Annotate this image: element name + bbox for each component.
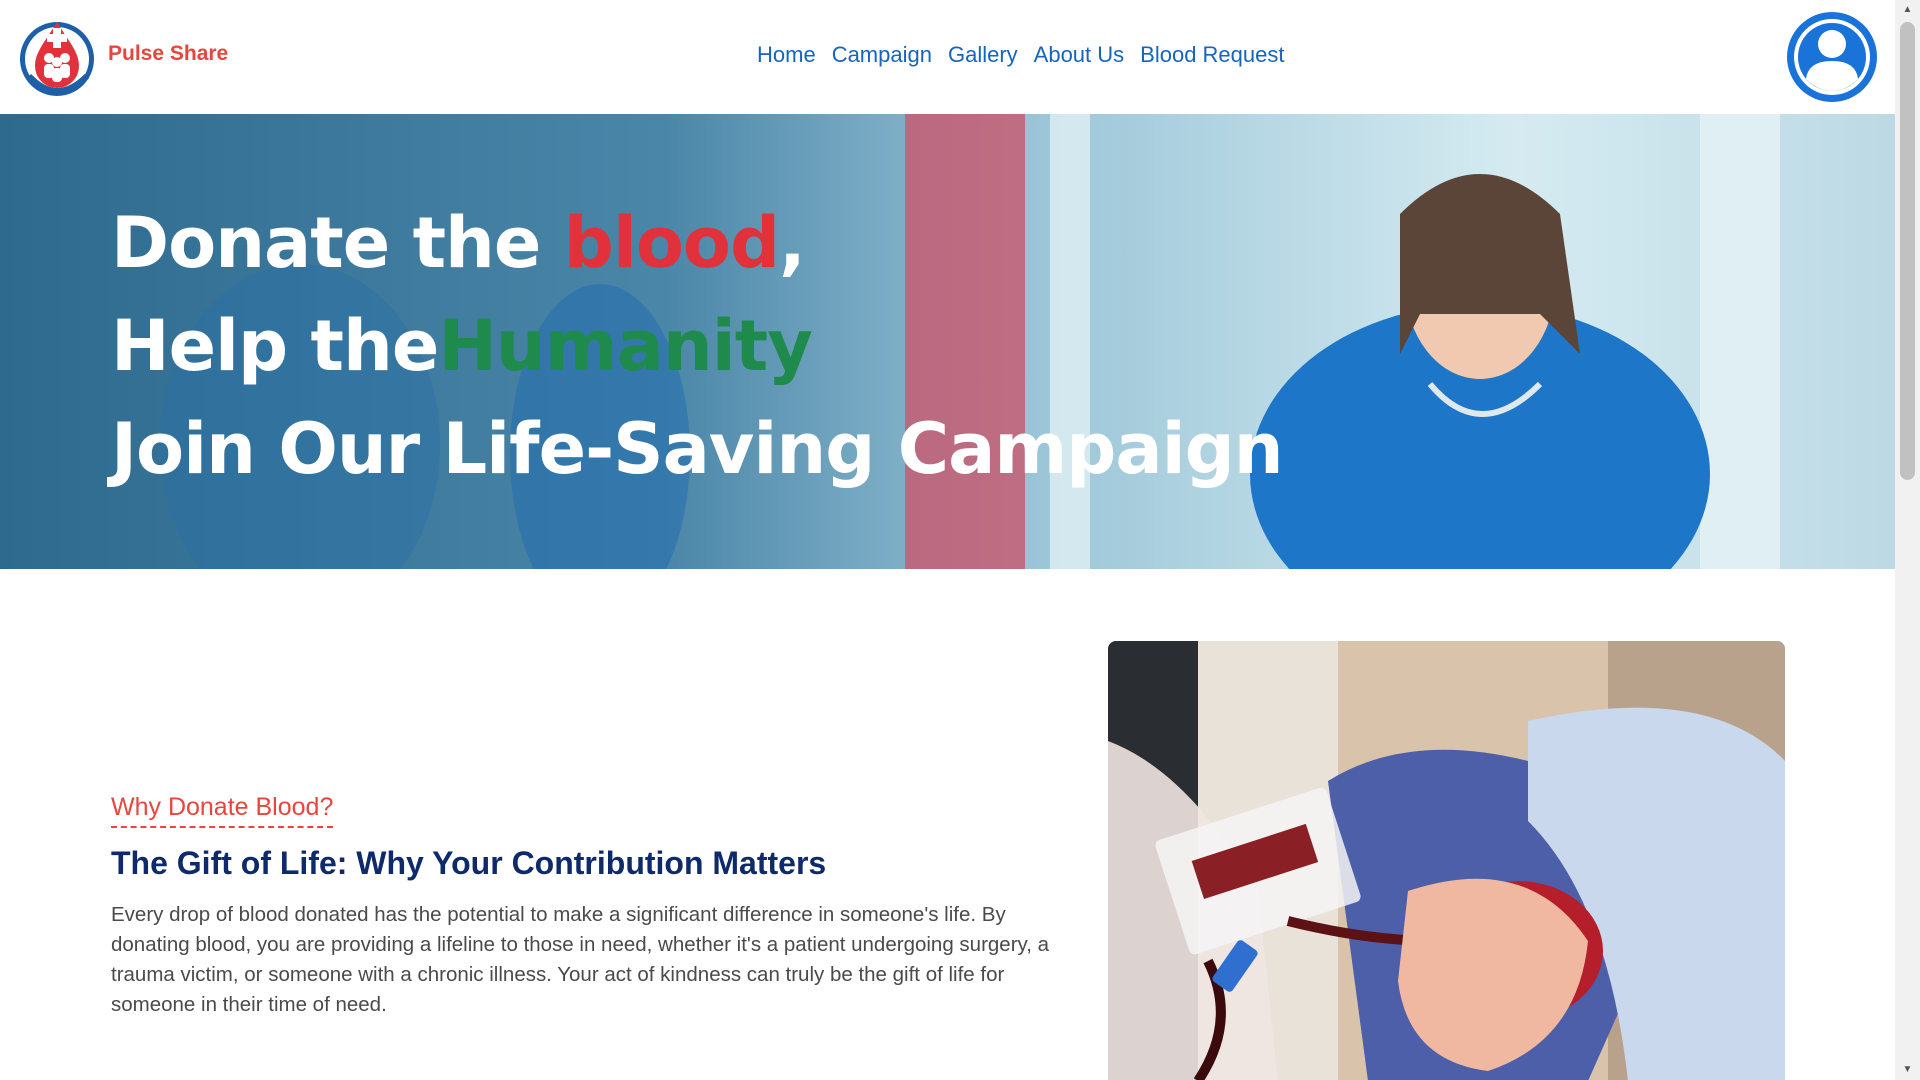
hero-banner: Donate the blood, Help theHumanity Join … bbox=[0, 114, 1895, 569]
nav-home[interactable]: Home bbox=[757, 42, 816, 68]
scrollbar-thumb[interactable] bbox=[1900, 22, 1915, 480]
chevron-up-icon[interactable]: ▲ bbox=[1895, 0, 1920, 20]
vertical-scrollbar[interactable]: ▲ ▼ bbox=[1895, 0, 1920, 1080]
nav-gallery[interactable]: Gallery bbox=[948, 42, 1018, 68]
hero-line-1-prefix: Donate the bbox=[111, 202, 564, 284]
blood-donation-logo-icon[interactable] bbox=[17, 14, 97, 100]
blood-donation-photo-image bbox=[1108, 641, 1785, 1080]
chevron-down-icon[interactable]: ▼ bbox=[1895, 1060, 1920, 1080]
site-header: Pulse Share Home Campaign Gallery About … bbox=[0, 0, 1895, 114]
hero-line-1: Donate the blood, bbox=[111, 192, 1283, 295]
user-avatar-icon[interactable] bbox=[1786, 11, 1878, 103]
hero-headline: Donate the blood, Help theHumanity Join … bbox=[111, 192, 1284, 501]
brand-name[interactable]: Pulse Share bbox=[108, 42, 228, 66]
nav-about-us[interactable]: About Us bbox=[1034, 42, 1125, 68]
hero-line-2-prefix: Help the bbox=[111, 305, 439, 387]
page: Pulse Share Home Campaign Gallery About … bbox=[0, 0, 1895, 1080]
hero-accent-humanity: Humanity bbox=[438, 305, 813, 387]
main-nav: Home Campaign Gallery About Us Blood Req… bbox=[757, 42, 1284, 68]
nav-campaign[interactable]: Campaign bbox=[832, 42, 932, 68]
hero-line-1-suffix: , bbox=[779, 202, 806, 284]
hero-line-2: Help theHumanity bbox=[111, 295, 1283, 398]
hero-accent-blood: blood bbox=[563, 202, 780, 284]
section-title: The Gift of Life: Why Your Contribution … bbox=[111, 845, 827, 881]
section-kicker: Why Donate Blood? bbox=[111, 793, 334, 828]
hero-line-3: Join Our Life-Saving Campaign bbox=[111, 408, 1284, 490]
blood-donation-photo bbox=[1108, 641, 1785, 1080]
nav-blood-request[interactable]: Blood Request bbox=[1140, 42, 1284, 68]
section-body: Every drop of blood donated has the pote… bbox=[111, 903, 1050, 1016]
